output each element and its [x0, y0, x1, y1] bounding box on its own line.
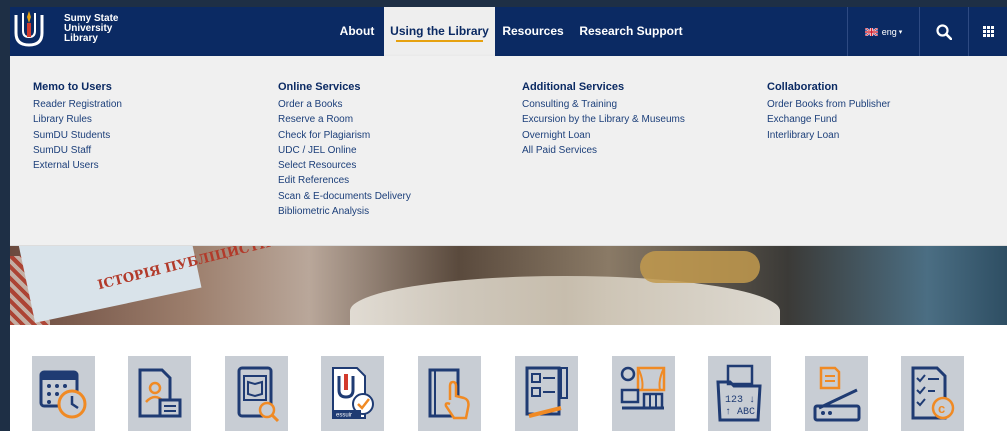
user-document-icon: [138, 368, 182, 418]
essuir-caption: essuir: [336, 413, 352, 419]
menu-link[interactable]: Exchange Fund: [767, 112, 890, 127]
workspace-room-icon: [620, 366, 666, 410]
menu-link[interactable]: Bibliometric Analysis: [278, 204, 411, 219]
service-tile-forms[interactable]: [515, 356, 578, 431]
udc-catalog-icon: 123 ↓ ↑ ABC: [716, 364, 762, 422]
menu-link[interactable]: UDC / JEL Online: [278, 143, 411, 158]
service-tile-registration[interactable]: [128, 356, 191, 431]
nav-about-label: About: [339, 24, 375, 38]
menu-link[interactable]: All Paid Services: [522, 143, 685, 158]
service-tile-calendar[interactable]: [32, 356, 95, 431]
menu-link[interactable]: Select Resources: [278, 158, 411, 173]
menu-column-online-services: Online Services Order a Books Reserve a …: [278, 81, 411, 219]
menu-column-memo: Memo to Users Reader Registration Librar…: [33, 81, 122, 173]
udc-caption: ↑ ABC: [725, 407, 755, 418]
menu-link[interactable]: SumDU Staff: [33, 143, 122, 158]
window-frame: [0, 0, 10, 431]
using-the-library-dropdown: Memo to Users Reader Registration Librar…: [10, 56, 1007, 246]
form-pencil-icon: [525, 366, 568, 418]
essuir-repository-icon: essuir: [332, 367, 374, 419]
menu-link[interactable]: Reader Registration: [33, 97, 122, 112]
library-emblem-icon[interactable]: [12, 11, 46, 51]
service-tile-scan[interactable]: [805, 356, 868, 431]
page: Sumy State University Library About Usin…: [10, 7, 1007, 431]
grid-icon: [982, 26, 994, 37]
hero-open-book: [350, 276, 780, 325]
menu-column-collaboration: Collaboration Order Books from Publisher…: [767, 81, 890, 143]
menu-column-title: Online Services: [278, 81, 361, 93]
caret-down-icon: ▾: [898, 28, 903, 36]
menu-link[interactable]: SumDU Students: [33, 128, 122, 143]
menu-link[interactable]: Excursion by the Library & Museums: [522, 112, 685, 127]
book-touch-icon: [428, 368, 470, 420]
brand-title[interactable]: Sumy State University Library: [64, 14, 118, 44]
hero-banner-image: ІСТОРІЯ ПУБЛІЦИСТИКИ: [10, 246, 1007, 325]
service-tiles: essuir 123 ↓ ↑ ABC c: [10, 325, 1007, 431]
menu-link[interactable]: Order Books from Publisher: [767, 97, 890, 112]
menu-link[interactable]: Order a Books: [278, 97, 411, 112]
ebook-search-icon: [237, 366, 280, 423]
menu-link[interactable]: Library Rules: [33, 112, 122, 127]
hero-scroll: [640, 251, 760, 283]
menu-link[interactable]: Reserve a Room: [278, 112, 411, 127]
copyright-icon: c: [938, 401, 945, 416]
service-tile-paid[interactable]: c: [901, 356, 964, 431]
language-selector[interactable]: eng ▾: [848, 7, 919, 56]
udc-caption: 123 ↓: [725, 395, 755, 406]
nav-about[interactable]: About: [331, 7, 383, 56]
active-underline: [396, 40, 483, 42]
service-tile-room[interactable]: [612, 356, 675, 431]
search-button[interactable]: [920, 7, 968, 56]
service-tile-essuir[interactable]: essuir: [321, 356, 384, 431]
uk-flag-icon: [864, 27, 878, 36]
menu-link[interactable]: Overnight Loan: [522, 128, 685, 143]
menu-link[interactable]: Consulting & Training: [522, 97, 685, 112]
menu-link[interactable]: External Users: [33, 158, 122, 173]
menu-column-title: Memo to Users: [33, 81, 112, 93]
menu-column-title: Collaboration: [767, 81, 838, 93]
menu-link[interactable]: Scan & E-documents Delivery: [278, 189, 411, 204]
nav-resources[interactable]: Resources: [500, 7, 566, 56]
paid-checklist-icon: c: [911, 366, 955, 420]
service-tile-book-order[interactable]: [418, 356, 481, 431]
language-label: eng: [881, 26, 897, 37]
search-icon: [936, 23, 952, 40]
top-navbar: Sumy State University Library About Usin…: [10, 7, 1007, 56]
menu-link[interactable]: Check for Plagiarism: [278, 128, 411, 143]
nav-using-the-library-label: Using the Library: [390, 24, 489, 38]
menu-column-title: Additional Services: [522, 81, 625, 93]
nav-research-support[interactable]: Research Support: [576, 7, 686, 56]
nav-research-support-label: Research Support: [579, 24, 683, 38]
apps-menu-button[interactable]: [969, 7, 1007, 56]
service-tile-udc[interactable]: 123 ↓ ↑ ABC: [708, 356, 771, 431]
brand-line-3: Library: [64, 33, 98, 44]
nav-using-the-library[interactable]: Using the Library: [384, 7, 495, 56]
service-tile-ebook[interactable]: [225, 356, 288, 431]
menu-column-additional-services: Additional Services Consulting & Trainin…: [522, 81, 685, 158]
calendar-clock-icon: [39, 370, 87, 419]
nav-resources-label: Resources: [502, 24, 564, 38]
menu-link[interactable]: Edit References: [278, 173, 411, 188]
menu-link[interactable]: Interlibrary Loan: [767, 128, 890, 143]
scanner-icon: [813, 366, 861, 422]
